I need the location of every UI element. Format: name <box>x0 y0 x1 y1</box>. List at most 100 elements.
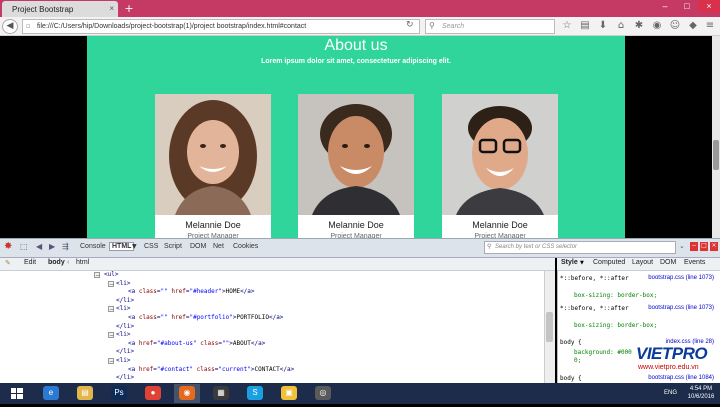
css-source-link[interactable]: bootstrap.css (line 1084) <box>648 375 714 381</box>
html-node[interactable]: <li> <box>116 305 130 312</box>
language-indicator[interactable]: ENG <box>664 390 677 396</box>
css-declaration[interactable]: background: #000 <box>574 349 632 356</box>
photoshop-icon[interactable]: Ps <box>106 384 132 403</box>
page-scrollbar-thumb[interactable] <box>713 140 719 170</box>
html-node[interactable]: </li> <box>116 323 134 330</box>
team-card: Melannie Doe Project Manager <box>298 94 414 238</box>
explorer-icon[interactable]: ▤ <box>72 384 98 403</box>
team-member-name: Melannie Doe <box>155 220 271 230</box>
css-selector[interactable]: *::before, *::after <box>560 275 629 282</box>
download-icon[interactable]: ⬇ <box>596 20 610 31</box>
tab-cookies[interactable]: Cookies <box>233 243 258 250</box>
media-icon[interactable]: ◎ <box>310 384 336 403</box>
css-declaration[interactable]: box-sizing: border-box; <box>574 322 657 329</box>
css-selector[interactable]: body { <box>560 339 582 346</box>
tab-close-icon[interactable]: × <box>109 4 114 13</box>
inspect-icon[interactable]: ⬚ <box>20 242 28 251</box>
bookmark-star-icon[interactable]: ☆ <box>560 20 574 31</box>
firebug-icon[interactable]: ✱ <box>632 20 646 31</box>
html-node[interactable]: <a href="#contact" class="current">CONTA… <box>128 366 294 373</box>
page-scrollbar[interactable] <box>712 36 720 238</box>
tab-html[interactable]: HTML <box>109 242 134 251</box>
team-card: Melannie Doe Project Manager <box>155 94 271 238</box>
tab-dom-side[interactable]: DOM <box>660 259 676 266</box>
html-tree-pane: −<ul>−<li><a class="" href="#header">HOM… <box>0 271 555 383</box>
tab-console[interactable]: Console <box>80 243 106 250</box>
tab-dom[interactable]: DOM <box>190 243 206 250</box>
tab-computed[interactable]: Computed <box>593 259 625 266</box>
close-window-button[interactable]: × <box>698 0 720 12</box>
chevron-down-icon[interactable]: ⌄ <box>679 242 685 250</box>
devtools-search-input[interactable]: Search by text or CSS selector <box>484 241 676 254</box>
edit-icon[interactable]: ✎ <box>5 259 11 267</box>
search-input[interactable]: Search <box>425 19 555 34</box>
css-selector[interactable]: body { <box>560 375 582 382</box>
command-line-icon[interactable]: ⇶ <box>62 242 69 251</box>
folder-icon[interactable]: ▣ <box>276 384 302 403</box>
team-member-name: Melannie Doe <box>298 220 414 230</box>
tree-expander-icon[interactable]: − <box>108 306 114 312</box>
tab-css[interactable]: CSS <box>144 243 158 250</box>
chrome-icon[interactable]: ● <box>140 384 166 403</box>
system-clock[interactable]: 4:54 PM 10/6/2016 <box>684 385 718 401</box>
style-dropdown-icon[interactable]: ▼ <box>580 260 584 266</box>
html-node[interactable]: <li> <box>116 280 130 287</box>
home-icon[interactable]: ⌂ <box>614 20 628 31</box>
css-source-link[interactable]: bootstrap.css (line 1073) <box>648 275 714 281</box>
menu-icon[interactable]: ≡ <box>703 20 717 31</box>
page-margin-left <box>0 36 87 238</box>
firefox-icon[interactable]: ◉ <box>174 384 200 403</box>
tree-expander-icon[interactable]: − <box>108 281 114 287</box>
firebug-bug-icon[interactable]: ✸ <box>4 241 12 252</box>
html-node[interactable]: </li> <box>116 348 134 355</box>
css-source-link[interactable]: bootstrap.css (line 1073) <box>648 305 714 311</box>
html-pane-scrollbar-thumb[interactable] <box>546 312 553 342</box>
css-declaration[interactable]: box-sizing: border-box; <box>574 292 657 299</box>
browser-tab[interactable]: Project Bootstrap × <box>2 1 118 17</box>
section-title: About us <box>87 37 625 55</box>
tab-html-dropdown-icon[interactable]: ▼ <box>132 243 137 250</box>
html-node[interactable]: <a class="" href="#header">HOME</a> <box>128 288 255 295</box>
sync-icon[interactable]: ☺ <box>668 20 682 31</box>
breadcrumb-html[interactable]: html <box>76 259 89 266</box>
tree-expander-icon[interactable]: − <box>94 272 100 278</box>
back-arrow-icon[interactable]: ◀ <box>2 19 18 34</box>
minimize-panel-icon[interactable]: − <box>690 242 698 251</box>
html-node[interactable]: <ul> <box>104 271 118 278</box>
html-node[interactable]: <a href="#about-us" class="">ABOUT</a> <box>128 340 265 347</box>
tab-script[interactable]: Script <box>164 243 182 250</box>
html-node[interactable]: <li> <box>116 357 130 364</box>
extension-icon[interactable]: ◆ <box>686 20 700 31</box>
breadcrumb-body[interactable]: body <box>48 259 65 266</box>
forward-icon[interactable]: ▶ <box>49 242 55 251</box>
ie-icon[interactable]: e <box>38 384 64 403</box>
edit-button[interactable]: Edit <box>24 259 36 266</box>
url-input[interactable]: file:///C:/Users/hip/Downloads/project-b… <box>22 19 420 34</box>
detach-panel-icon[interactable]: □ <box>700 242 708 251</box>
addon-icon[interactable]: ◉ <box>650 20 664 31</box>
css-declaration[interactable]: 0; <box>574 357 581 364</box>
skype-icon[interactable]: S <box>242 384 268 403</box>
start-icon[interactable] <box>4 384 30 403</box>
html-node[interactable]: <li> <box>116 331 130 338</box>
reload-icon[interactable]: ↻ <box>406 20 414 30</box>
html-node[interactable]: </li> <box>116 374 134 381</box>
close-panel-icon[interactable]: × <box>710 242 718 251</box>
tab-net[interactable]: Net <box>213 243 224 250</box>
team-card: Melannie Doe Project Manager <box>442 94 558 238</box>
tab-layout[interactable]: Layout <box>632 259 653 266</box>
reading-list-icon[interactable]: ▤ <box>578 20 592 31</box>
terminal-icon[interactable]: ▦ <box>208 384 234 403</box>
minimize-button[interactable]: – <box>654 0 676 12</box>
maximize-button[interactable]: □ <box>676 0 698 12</box>
html-node[interactable]: <a class="" href="#portfolio">PORTFOLIO<… <box>128 314 283 321</box>
back-icon[interactable]: ◀ <box>36 242 42 251</box>
tree-expander-icon[interactable]: − <box>108 358 114 364</box>
tree-expander-icon[interactable]: − <box>108 332 114 338</box>
tab-events[interactable]: Events <box>684 259 705 266</box>
css-selector[interactable]: *::before, *::after <box>560 305 629 312</box>
watermark-logo: VIETPRO <box>636 344 707 364</box>
tab-style[interactable]: Style <box>561 259 578 266</box>
new-tab-button[interactable]: + <box>122 2 136 15</box>
html-node[interactable]: </li> <box>116 297 134 304</box>
